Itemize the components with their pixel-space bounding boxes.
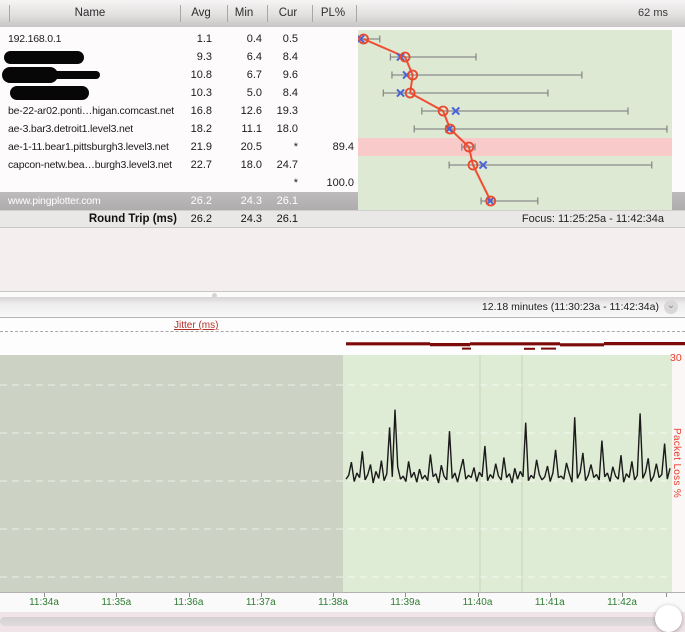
hop-pl [302, 48, 354, 66]
hop-pl [302, 30, 354, 48]
hop-cur: 8.4 [282, 87, 298, 99]
axis-tick-label: 11:38a [318, 597, 348, 608]
hop-name: 192.168.0.1 [8, 33, 62, 45]
column-divider[interactable] [9, 5, 10, 22]
axis-tick-label: 11:40a [462, 597, 493, 608]
empty-panel [0, 228, 685, 291]
hop-avg: 16.8 [190, 105, 212, 117]
hop-cur: 9.6 [282, 69, 298, 81]
axis-tick [666, 593, 667, 597]
pingplotter-window: 62 ms Name Avg Min Cur PL% 192.168.0.1 1.1 0.4… [0, 0, 685, 632]
hop-cur: 19.3 [276, 105, 298, 117]
hop-avg: 10.3 [190, 87, 212, 99]
round-trip-label: Round Trip (ms) [88, 213, 177, 225]
hop-cur: 26.1 [276, 195, 298, 207]
bottom-scrollbar-area [0, 605, 685, 632]
hop-pl: 89.4 [332, 141, 354, 153]
axis-tick-label: 11:42a [607, 597, 637, 608]
hop-avg: 21.9 [190, 141, 212, 153]
hop-avg: 9.3 [196, 51, 212, 63]
hop-pl [302, 156, 354, 174]
axis-tick-label: 11:37a [245, 597, 276, 608]
column-header-name[interactable]: Name [0, 0, 180, 27]
hop-pl [302, 66, 354, 84]
trace-scale-label: 62 ms [638, 7, 668, 19]
packet-loss-axis-max: 30 [670, 352, 682, 364]
column-divider[interactable] [356, 5, 357, 22]
hop-pl [302, 192, 354, 210]
timegraph-range-label: 12.18 minutes (11:30:23a - 11:42:34a) [481, 301, 659, 313]
scrollbar-thumb[interactable] [655, 605, 682, 632]
column-divider[interactable] [180, 5, 181, 22]
hop-pl: 100.0 [326, 177, 354, 189]
hop-avg: 26.2 [190, 195, 212, 207]
redaction-mark [4, 51, 84, 64]
hop-name: ae-3.bar3.detroit1.level3.net [8, 123, 133, 135]
hop-cur: 8.4 [282, 51, 298, 63]
round-trip-cur: 26.1 [276, 213, 298, 225]
hop-avg: 1.1 [196, 33, 212, 45]
hop-pl [302, 120, 354, 138]
column-header-pl[interactable]: PL% [310, 0, 356, 27]
axis-tick-label: 11:36a [173, 597, 204, 608]
hop-avg [160, 174, 212, 192]
timegraph-header: 12.18 minutes (11:30:23a - 11:42:34a) ⌄ [0, 297, 685, 318]
axis-tick-label: 11:34a [29, 597, 59, 608]
jitter-label[interactable]: Jitter (ms) [171, 320, 222, 331]
column-header-avg[interactable]: Avg [180, 0, 222, 27]
hop-name: capcon-netw.bea…burgh3.level3.net [8, 159, 172, 171]
trace-graph[interactable] [358, 30, 672, 210]
hop-cur: 24.7 [276, 159, 298, 171]
hop-pl [302, 102, 354, 120]
packet-loss-axis-label: Packet Loss % [671, 428, 682, 499]
column-divider[interactable] [267, 5, 268, 22]
hop-name: ae-1-11.bear1.pittsburgh3.level3.net [8, 141, 169, 153]
timeline-graph[interactable] [0, 338, 685, 592]
redaction-mark [44, 71, 100, 79]
hop-avg: 22.7 [190, 159, 212, 171]
column-divider[interactable] [227, 5, 228, 22]
time-axis: 11:34a 11:35a 11:36a 11:37a 11:38a 11:39a 11:4… [0, 592, 685, 612]
hop-pl [302, 84, 354, 102]
hop-name: be-22-ar02.ponti…higan.comcast.net [8, 105, 174, 117]
column-divider[interactable] [312, 5, 313, 22]
column-header-min[interactable]: Min [222, 0, 266, 27]
hop-avg: 10.8 [190, 69, 212, 81]
scrollbar-track[interactable] [0, 617, 662, 626]
axis-tick-label: 11:41a [534, 597, 565, 608]
focus-range-label: Focus: 11:25:25a - 11:42:34a [521, 213, 664, 225]
hop-avg: 18.2 [190, 123, 212, 135]
hop-cur: 0.5 [282, 33, 298, 45]
round-trip-avg: 26.2 [190, 213, 212, 225]
axis-tick-label: 11:39a [390, 597, 421, 608]
trace-column-header: 62 ms Name Avg Min Cur PL% [0, 0, 685, 28]
axis-tick-label: 11:35a [101, 597, 132, 608]
hop-name: www.pingplotter.com [8, 195, 101, 207]
jitter-dashed-line [0, 331, 685, 332]
column-header-cur[interactable]: Cur [266, 0, 310, 27]
hop-cur: * [293, 177, 298, 189]
hop-cur: 18.0 [276, 123, 298, 135]
chevron-down-icon[interactable]: ⌄ [664, 300, 678, 314]
hop-cur: * [293, 141, 298, 153]
round-trip-row: Round Trip (ms) 26.2 24.3 26.1 Focus: 11… [0, 210, 685, 228]
redaction-mark [10, 86, 89, 100]
